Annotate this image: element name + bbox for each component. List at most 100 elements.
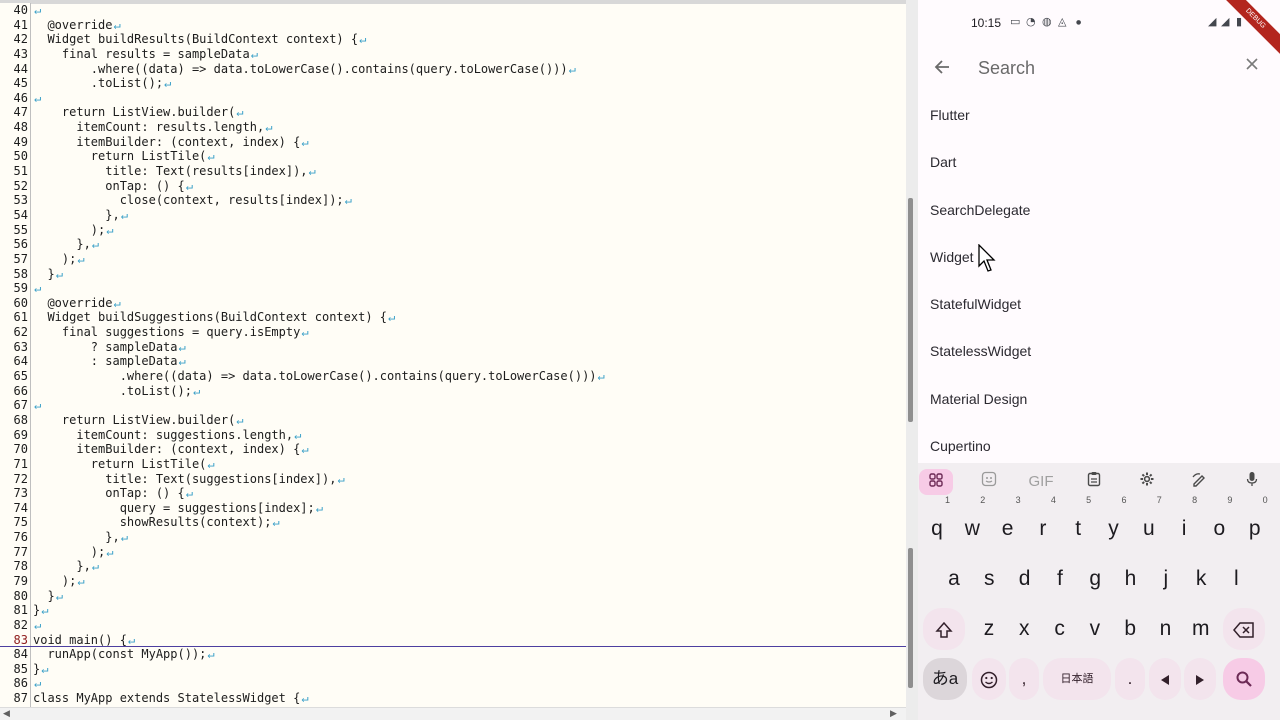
letter-key[interactable]: e3	[991, 496, 1025, 550]
code-text[interactable]: title: Text(results[index]),↵	[33, 164, 316, 179]
code-text[interactable]: ↵	[33, 618, 41, 633]
mic-icon[interactable]	[1235, 469, 1269, 495]
search-input[interactable]	[978, 54, 1228, 82]
code-text[interactable]: final results = sampleData↵	[33, 47, 258, 62]
code-text[interactable]: ↵	[33, 398, 41, 413]
code-text[interactable]: Widget buildSuggestions(BuildContext con…	[33, 310, 395, 325]
letter-key[interactable]: d	[1008, 558, 1042, 600]
code-text[interactable]: query = suggestions[index];↵	[33, 501, 323, 516]
letter-key[interactable]: s	[972, 558, 1006, 600]
code-text[interactable]: ↵	[33, 676, 41, 691]
letter-key[interactable]: y6	[1097, 496, 1131, 550]
code-line[interactable]: 53 close(context, results[index]);↵	[0, 193, 906, 208]
code-text[interactable]: onTap: () {↵	[33, 179, 193, 194]
code-text[interactable]: itemBuilder: (context, index) {↵	[33, 135, 308, 150]
code-text[interactable]: }↵	[33, 662, 48, 677]
code-line[interactable]: 63 ? sampleData↵	[0, 340, 906, 355]
handwriting-icon[interactable]	[1182, 469, 1216, 495]
letter-key[interactable]: r4	[1026, 496, 1060, 550]
code-text[interactable]: },↵	[33, 208, 128, 223]
code-editor[interactable]: 40 ↵ 41 @override↵ 42 Widget buildResults(B…	[0, 0, 906, 720]
code-line[interactable]: 83 void main() {↵	[0, 633, 906, 648]
letter-key[interactable]: q1	[920, 496, 954, 550]
gif-button[interactable]: GIF	[1024, 469, 1058, 495]
code-line[interactable]: 59 ↵	[0, 281, 906, 296]
comma-key[interactable]: ,	[1009, 658, 1039, 700]
code-line[interactable]: 44 .where((data) => data.toLowerCase().c…	[0, 62, 906, 77]
letter-key[interactable]: x	[1007, 608, 1041, 650]
code-line[interactable]: 87 class MyApp extends StatelessWidget {↵	[0, 691, 906, 706]
code-text[interactable]: return ListTile(↵	[33, 149, 215, 164]
letter-key[interactable]: w2	[955, 496, 989, 550]
code-text[interactable]: .where((data) => data.toLowerCase().cont…	[33, 62, 576, 77]
code-line[interactable]: 46 ↵	[0, 91, 906, 106]
code-line[interactable]: 58 }↵	[0, 267, 906, 282]
code-line[interactable]: 72 title: Text(suggestions[index]),↵	[0, 472, 906, 487]
code-text[interactable]: return ListView.builder(↵	[33, 105, 244, 120]
code-text[interactable]: @override↵	[33, 18, 120, 33]
code-text[interactable]: runApp(const MyApp());↵	[33, 647, 214, 662]
code-line[interactable]: 84 runApp(const MyApp());↵	[0, 647, 906, 662]
code-text[interactable]: },↵	[33, 237, 99, 252]
code-line[interactable]: 71 return ListTile(↵	[0, 457, 906, 472]
list-item[interactable]: StatelessWidget	[918, 328, 1280, 375]
letter-key[interactable]: t5	[1061, 496, 1095, 550]
code-text[interactable]: @override↵	[33, 296, 120, 311]
list-item[interactable]: Flutter	[918, 92, 1280, 139]
letter-key[interactable]: c	[1043, 608, 1077, 650]
code-line[interactable]: 65 .where((data) => data.toLowerCase().c…	[0, 369, 906, 384]
code-text[interactable]: itemCount: results.length,↵	[33, 120, 272, 135]
code-line[interactable]: 74 query = suggestions[index];↵	[0, 501, 906, 516]
letter-key[interactable]: z	[972, 608, 1006, 650]
code-text[interactable]: class MyApp extends StatelessWidget {↵	[33, 691, 309, 706]
code-line[interactable]: 42 Widget buildResults(BuildContext cont…	[0, 32, 906, 47]
scrollbar-thumb-lower[interactable]	[908, 548, 913, 688]
code-text[interactable]: showResults(context);↵	[33, 515, 280, 530]
scrollbar-thumb[interactable]	[908, 198, 913, 422]
clipboard-icon[interactable]	[1077, 469, 1111, 495]
code-line[interactable]: 64 : sampleData↵	[0, 354, 906, 369]
period-key[interactable]: .	[1115, 658, 1145, 700]
code-text[interactable]: : sampleData↵	[33, 354, 186, 369]
emoji-icon[interactable]	[972, 658, 1006, 700]
code-line[interactable]: 73 onTap: () {↵	[0, 486, 906, 501]
code-text[interactable]: ? sampleData↵	[33, 340, 186, 355]
list-item[interactable]: Material Design	[918, 376, 1280, 423]
apps-grid-icon[interactable]	[919, 469, 953, 495]
code-line[interactable]: 47 return ListView.builder(↵	[0, 105, 906, 120]
gear-icon[interactable]	[1130, 469, 1164, 495]
code-lines[interactable]: 40 ↵ 41 @override↵ 42 Widget buildResults(B…	[0, 3, 906, 706]
code-text[interactable]: );↵	[33, 574, 85, 589]
code-line[interactable]: 76 },↵	[0, 530, 906, 545]
search-key[interactable]	[1223, 658, 1265, 700]
code-text[interactable]: close(context, results[index]);↵	[33, 193, 352, 208]
letter-key[interactable]: a	[937, 558, 971, 600]
code-text[interactable]: return ListTile(↵	[33, 457, 215, 472]
code-text[interactable]: return ListView.builder(↵	[33, 413, 244, 428]
code-line[interactable]: 52 onTap: () {↵	[0, 179, 906, 194]
code-line[interactable]: 70 itemBuilder: (context, index) {↵	[0, 442, 906, 457]
arrow-left-icon[interactable]	[932, 56, 952, 78]
code-text[interactable]: );↵	[33, 252, 85, 267]
code-text[interactable]: }↵	[33, 589, 62, 604]
code-line[interactable]: 67 ↵	[0, 398, 906, 413]
code-line[interactable]: 77 );↵	[0, 545, 906, 560]
code-text[interactable]: itemCount: suggestions.length,↵	[33, 428, 301, 443]
sticker-icon[interactable]	[972, 469, 1006, 495]
code-text[interactable]: ↵	[33, 91, 41, 106]
code-text[interactable]: .toList();↵	[33, 384, 201, 399]
letter-key[interactable]: b	[1113, 608, 1147, 650]
code-text[interactable]: void main() {↵	[33, 633, 135, 648]
letter-key[interactable]: g	[1078, 558, 1112, 600]
letter-key[interactable]: o9	[1202, 496, 1236, 550]
space-key[interactable]: 日本語	[1043, 658, 1111, 700]
cursor-right-key[interactable]	[1184, 658, 1216, 700]
code-text[interactable]: ↵	[33, 281, 41, 296]
letter-key[interactable]: k	[1184, 558, 1218, 600]
code-line[interactable]: 48 itemCount: results.length,↵	[0, 120, 906, 135]
code-line[interactable]: 86 ↵	[0, 676, 906, 691]
code-text[interactable]: final suggestions = query.isEmpty↵	[33, 325, 309, 340]
code-line[interactable]: 56 },↵	[0, 237, 906, 252]
code-line[interactable]: 81}↵	[0, 603, 906, 618]
code-text[interactable]: .where((data) => data.toLowerCase().cont…	[33, 369, 605, 384]
